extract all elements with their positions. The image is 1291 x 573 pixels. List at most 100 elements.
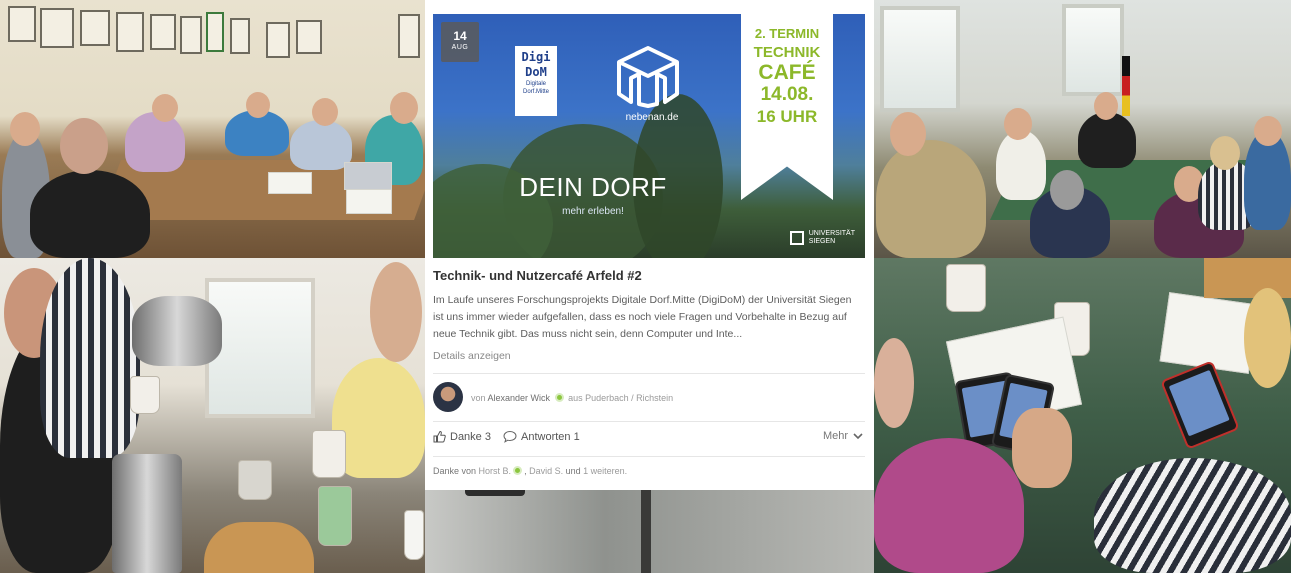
post-body: Im Laufe unseres Forschungsprojekts Digi… [433,294,852,340]
mug [404,510,424,560]
pastry-plate [1204,258,1291,298]
wall-certificate [116,12,144,52]
photo-coffee-pour [0,258,425,573]
thanks-and: und [565,466,581,476]
author-avatar[interactable] [433,382,463,412]
chevron-down-icon [853,432,863,439]
person [125,112,185,172]
flag-cafe: CAFÉ [758,61,816,84]
university-logo-text: UNIVERSITÄT SIEGEN [809,230,855,246]
person-striped-shirt [1094,458,1291,573]
person-head [1254,116,1282,146]
person [996,130,1046,200]
digidom-logo: Digi DoM Digitale Dorf.Mitte [515,46,557,116]
nebenan-house-icon [617,46,679,108]
wall-certificate [398,14,420,58]
person-head [390,92,418,124]
window [880,6,960,112]
hands [1012,408,1072,488]
author-location: aus Puderbach / Richstein [568,393,674,403]
person-head [370,262,422,362]
person-head [1050,170,1084,210]
wall-certificate [40,8,74,48]
wall-certificate [230,18,250,54]
person-head [874,338,914,428]
thanks-prefix: Danke von [433,466,477,476]
person-head [1004,108,1032,140]
wall-certificate [296,20,322,54]
photo-group-room [874,0,1291,258]
person-head [890,112,926,156]
thumbs-up-icon [433,430,446,443]
water-bottle [318,486,352,546]
author-byline: von Alexander Wick aus Puderbach / Richs… [471,393,673,403]
replies-label: Antworten 1 [521,430,580,443]
thanks-summary: Danke von Horst B., David S. und 1 weite… [433,466,628,476]
person-head [312,98,338,126]
verified-badge-icon [513,466,523,475]
author-prefix: von [471,393,486,403]
wall-certificate [150,14,176,50]
digidom-logo-subtext: Dorf.Mitte [522,89,549,95]
person-head [60,118,108,174]
thanks-label: Danke 3 [450,430,491,443]
replies-button[interactable]: Antworten 1 [503,430,580,443]
university-line1: UNIVERSITÄT [808,230,855,237]
mug [946,264,986,312]
person [290,120,352,170]
thanks-button[interactable]: Danke 3 [433,430,491,443]
flag-time: 16 UHR [756,107,818,126]
person-head [246,92,270,118]
banner-headline: DEIN DORF [519,172,667,202]
blurred-object [465,490,525,496]
nebenan-brand-text: nebenan.de [625,112,679,123]
window [1062,4,1124,96]
date-month: AUG [451,44,469,51]
photo-meeting-table [0,0,425,258]
divider [433,456,865,457]
event-post-card: 14 AUG Digi DoM Digitale Dorf.Mitte nebe… [425,0,874,490]
paper [268,172,312,194]
wall-certificate [80,10,110,46]
smartphone [1160,360,1240,450]
photo-blurred-strip [425,490,874,573]
event-date-badge: 14 AUG [441,22,479,62]
post-actions: Danke 3 Antworten 1 Mehr [433,430,865,448]
flag-date: 14.08. [760,84,814,105]
laptop [344,162,392,190]
speech-bubble-icon [503,430,517,443]
university-mark-icon [789,231,804,245]
thanks-user-link[interactable]: David S. [529,466,563,476]
details-link[interactable]: Details anzeigen [433,350,511,362]
blurred-pole [641,490,651,573]
author-name-link[interactable]: Alexander Wick [488,393,551,403]
post-title[interactable]: Technik- und Nutzercafé Arfeld #2 [433,268,642,283]
event-banner-image[interactable]: 14 AUG Digi DoM Digitale Dorf.Mitte nebe… [433,14,865,258]
event-flag: 2. TERMIN TECHNIK CAFÉ 14.08. 16 UHR [741,14,833,200]
author-row: von Alexander Wick aus Puderbach / Richs… [433,382,865,412]
date-day: 14 [453,29,467,43]
pastry-plate [204,522,314,573]
thanks-user-link[interactable]: Horst B. [479,466,512,476]
person-head [1210,136,1240,170]
university-siegen-logo: UNIVERSITÄT SIEGEN [789,230,855,246]
university-line2: SIEGEN [808,238,836,245]
mug [312,430,346,478]
person [1078,112,1136,168]
digidom-logo-text: DoM [525,65,547,79]
person-head [152,94,178,122]
coffee-pot [132,296,222,366]
person [874,438,1024,573]
divider [433,373,865,374]
flag-termin: 2. TERMIN [754,26,820,41]
thanks-more-link[interactable]: 1 weiteren. [583,466,627,476]
mug [238,460,272,500]
divider [433,421,865,422]
person [30,170,150,258]
photo-smartphones-table [874,258,1291,573]
wall-certificate [266,22,290,58]
more-menu-button[interactable]: Mehr [823,430,863,442]
thermos [112,454,182,573]
person-head [1244,288,1291,388]
paper [346,188,392,214]
